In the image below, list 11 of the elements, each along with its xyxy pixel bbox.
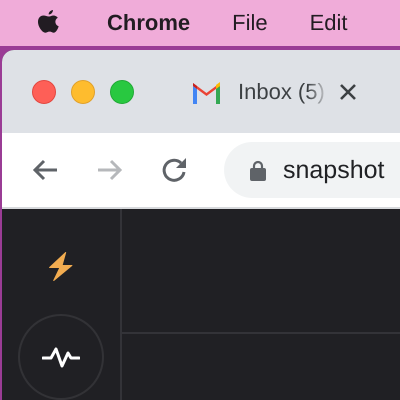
app-menu[interactable]: Chrome: [107, 10, 190, 36]
lock-icon: [250, 160, 266, 180]
address-bar[interactable]: snapshot: [224, 142, 400, 198]
activity-button[interactable]: [18, 314, 104, 400]
close-icon[interactable]: [338, 82, 357, 100]
close-window-button[interactable]: [32, 80, 56, 104]
pulse-icon: [42, 346, 80, 368]
mail-icon: [191, 80, 222, 104]
url-text: snapshot: [283, 156, 384, 184]
menu-item[interactable]: File: [232, 10, 268, 36]
menu-item[interactable]: Edit: [310, 10, 348, 36]
